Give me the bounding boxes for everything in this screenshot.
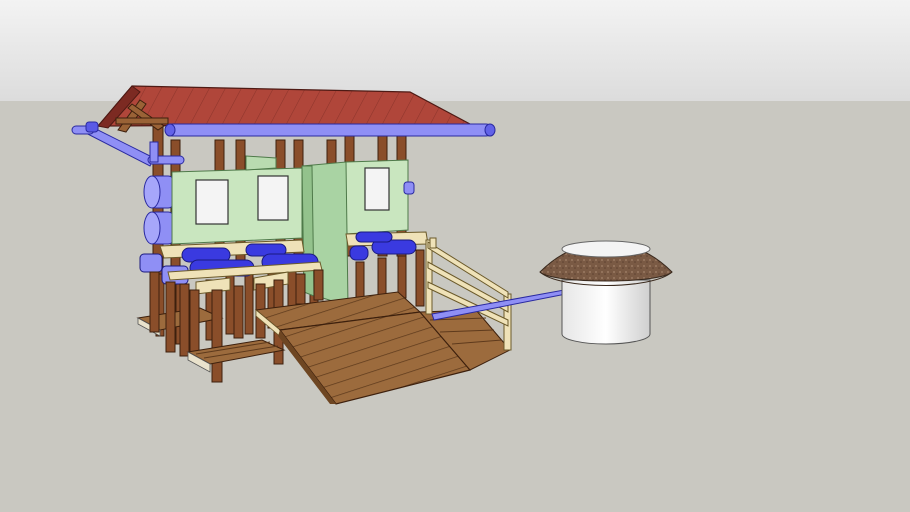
- window-middle: [257, 175, 289, 221]
- ground-plane: [0, 101, 910, 512]
- window-right: [364, 167, 390, 211]
- tank-lid: [561, 240, 651, 258]
- 3d-model-viewport[interactable]: [0, 0, 910, 512]
- window-left: [195, 179, 229, 225]
- pipe-stub: [403, 181, 415, 195]
- scene-canvas: [0, 0, 910, 512]
